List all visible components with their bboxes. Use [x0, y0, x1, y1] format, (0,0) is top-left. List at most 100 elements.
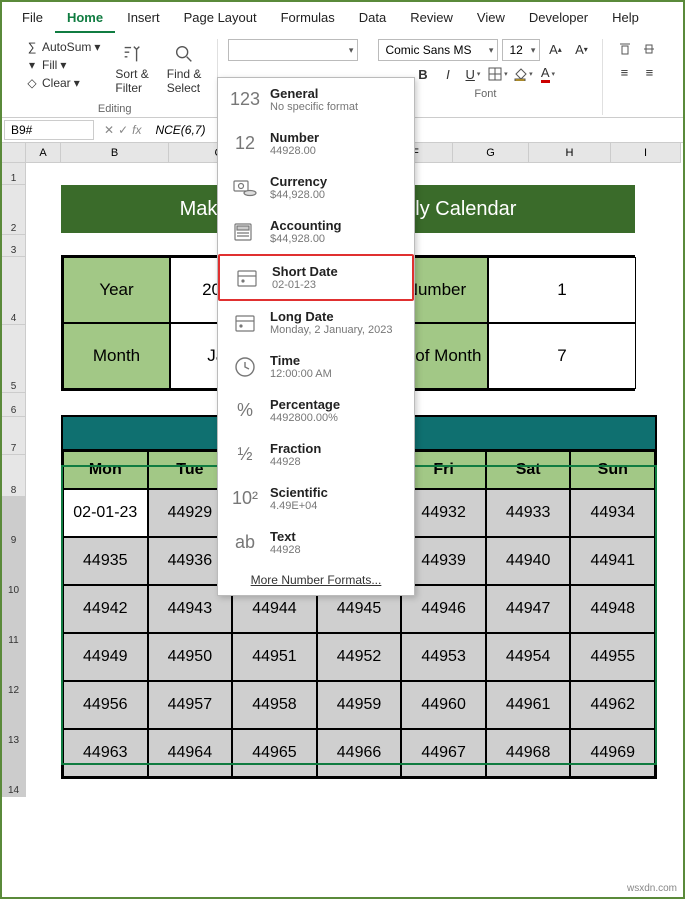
- row-7[interactable]: 7: [2, 417, 26, 455]
- weeknum-value[interactable]: 1: [488, 257, 636, 323]
- more-number-formats[interactable]: More Number Formats...: [218, 565, 414, 595]
- row-9[interactable]: 9: [2, 497, 26, 547]
- select-all-triangle[interactable]: [2, 143, 26, 163]
- font-color-button[interactable]: A: [537, 64, 559, 84]
- tab-pagelayout[interactable]: Page Layout: [172, 6, 269, 33]
- col-A[interactable]: A: [26, 143, 61, 163]
- calendar-cell[interactable]: 44962: [570, 681, 655, 729]
- calendar-cell[interactable]: 44958: [232, 681, 317, 729]
- calendar-cell[interactable]: 44949: [63, 633, 148, 681]
- calendar-cell[interactable]: 44940: [486, 537, 571, 585]
- format-option-number[interactable]: 12Number44928.00: [218, 122, 414, 166]
- bold-button[interactable]: B: [412, 64, 434, 84]
- font-size-dropdown[interactable]: 12: [502, 39, 540, 61]
- row-5[interactable]: 5: [2, 325, 26, 393]
- align-top-button[interactable]: [614, 39, 636, 59]
- format-option-long-date[interactable]: Long DateMonday, 2 January, 2023: [218, 301, 414, 345]
- fill-button[interactable]: ▾Fill ▾: [22, 57, 103, 73]
- calendar-cell[interactable]: 44969: [570, 729, 655, 777]
- tab-view[interactable]: View: [465, 6, 517, 33]
- row-4[interactable]: 4: [2, 257, 26, 325]
- enter-formula-icon[interactable]: ✓: [118, 123, 128, 137]
- fx-icon[interactable]: fx: [132, 123, 141, 137]
- align-center-button[interactable]: ≡: [638, 62, 660, 82]
- sort-filter-button[interactable]: Sort & Filter: [109, 39, 154, 99]
- col-G[interactable]: G: [453, 143, 529, 163]
- calendar-cell[interactable]: 44948: [570, 585, 655, 633]
- calendar-cell[interactable]: 44966: [317, 729, 402, 777]
- calendar-cell[interactable]: 44968: [486, 729, 571, 777]
- row-1[interactable]: 1: [2, 163, 26, 185]
- borders-button[interactable]: [487, 64, 509, 84]
- row-12[interactable]: 12: [2, 647, 26, 697]
- autosum-button[interactable]: ∑AutoSum ▾: [22, 39, 103, 55]
- fill-color-button[interactable]: [512, 64, 534, 84]
- tab-developer[interactable]: Developer: [517, 6, 600, 33]
- format-option-short-date[interactable]: Short Date02-01-23: [218, 254, 414, 301]
- format-option-currency[interactable]: Currency$44,928.00: [218, 166, 414, 210]
- col-I[interactable]: I: [611, 143, 681, 163]
- row-8[interactable]: 8: [2, 455, 26, 497]
- calendar-cell[interactable]: 44953: [401, 633, 486, 681]
- format-option-text[interactable]: abText44928: [218, 521, 414, 565]
- name-box[interactable]: [4, 120, 94, 140]
- format-option-fraction[interactable]: ½Fraction44928: [218, 433, 414, 477]
- calendar-cell[interactable]: 44965: [232, 729, 317, 777]
- calendar-cell[interactable]: 44963: [63, 729, 148, 777]
- calendar-cell[interactable]: 44950: [148, 633, 233, 681]
- calendar-cell[interactable]: 44935: [63, 537, 148, 585]
- calendar-cell[interactable]: 44941: [570, 537, 655, 585]
- firstday-value[interactable]: 7: [488, 323, 636, 389]
- col-H[interactable]: H: [529, 143, 611, 163]
- calendar-cell[interactable]: 44952: [317, 633, 402, 681]
- calendar-cell[interactable]: 44934: [570, 489, 655, 537]
- tab-insert[interactable]: Insert: [115, 6, 172, 33]
- tab-home[interactable]: Home: [55, 6, 115, 33]
- row-13[interactable]: 13: [2, 697, 26, 747]
- format-option-accounting[interactable]: Accounting$44,928.00: [218, 210, 414, 254]
- row-3[interactable]: 3: [2, 235, 26, 257]
- italic-button[interactable]: I: [437, 64, 459, 84]
- calendar-cell[interactable]: 44967: [401, 729, 486, 777]
- format-option-general[interactable]: 123GeneralNo specific format: [218, 78, 414, 122]
- tab-help[interactable]: Help: [600, 6, 651, 33]
- tab-review[interactable]: Review: [398, 6, 465, 33]
- font-name-dropdown[interactable]: Comic Sans MS: [378, 39, 498, 61]
- format-icon: [230, 219, 260, 245]
- calendar-cell[interactable]: 44957: [148, 681, 233, 729]
- format-option-scientific[interactable]: 10²Scientific4.49E+04: [218, 477, 414, 521]
- row-2[interactable]: 2: [2, 185, 26, 235]
- format-option-time[interactable]: Time12:00:00 AM: [218, 345, 414, 389]
- col-B[interactable]: B: [61, 143, 169, 163]
- calendar-cell[interactable]: 44956: [63, 681, 148, 729]
- calendar-cell[interactable]: 44960: [401, 681, 486, 729]
- align-left-button[interactable]: ≡: [613, 62, 635, 82]
- calendar-cell[interactable]: 44961: [486, 681, 571, 729]
- tab-formulas[interactable]: Formulas: [269, 6, 347, 33]
- tab-file[interactable]: File: [10, 6, 55, 33]
- calendar-cell[interactable]: 44951: [232, 633, 317, 681]
- find-select-button[interactable]: Find & Select: [161, 39, 208, 99]
- row-14[interactable]: 14: [2, 747, 26, 797]
- calendar-cell[interactable]: 44964: [148, 729, 233, 777]
- calendar-cell[interactable]: 02-01-23: [63, 489, 148, 537]
- decrease-font-button[interactable]: A▾: [570, 39, 592, 59]
- increase-font-button[interactable]: A▴: [544, 39, 566, 59]
- calendar-cell[interactable]: 44959: [317, 681, 402, 729]
- format-option-percentage[interactable]: %Percentage4492800.00%: [218, 389, 414, 433]
- row-10[interactable]: 10: [2, 547, 26, 597]
- calendar-cell[interactable]: 44947: [486, 585, 571, 633]
- underline-button[interactable]: U: [462, 64, 484, 84]
- tab-data[interactable]: Data: [347, 6, 398, 33]
- calendar-cell[interactable]: 44933: [486, 489, 571, 537]
- number-format-dropdown[interactable]: [228, 39, 358, 61]
- calendar-cell[interactable]: 44942: [63, 585, 148, 633]
- row-6[interactable]: 6: [2, 393, 26, 417]
- calendar-cell[interactable]: 44954: [486, 633, 571, 681]
- cancel-formula-icon[interactable]: ✕: [104, 123, 114, 137]
- row-headers: 1 2 3 4 5 6 7 8 9 10 11 12 13 14: [2, 163, 26, 898]
- clear-button[interactable]: ◇Clear ▾: [22, 75, 103, 91]
- row-11[interactable]: 11: [2, 597, 26, 647]
- align-middle-button[interactable]: [638, 39, 660, 59]
- calendar-cell[interactable]: 44955: [570, 633, 655, 681]
